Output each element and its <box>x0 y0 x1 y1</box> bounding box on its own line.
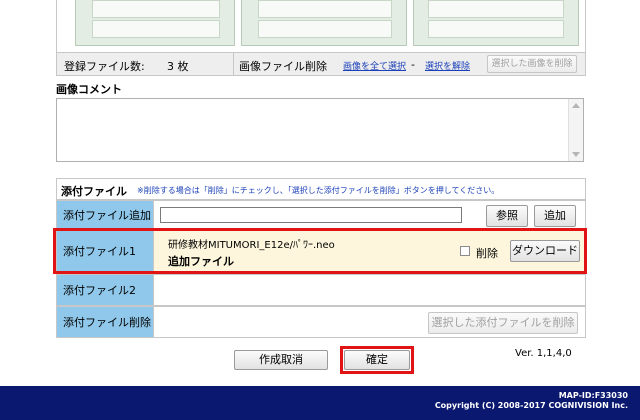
thumbnail-slot <box>258 20 392 38</box>
divider <box>233 53 234 75</box>
image-thumbnail-1[interactable] <box>75 0 235 46</box>
attachment-file-input[interactable] <box>160 207 462 223</box>
thumbnail-slot <box>92 0 220 18</box>
delete-selected-attachments-button[interactable]: 選択した添付ファイルを削除 <box>428 312 578 334</box>
textarea-scrollbar[interactable] <box>568 99 583 161</box>
attachment-2-row <box>154 274 586 306</box>
image-delete-label: 画像ファイル削除 <box>239 60 327 73</box>
attachment-delete-label: 添付ファイル削除 <box>56 306 154 338</box>
attachments-title: 添付ファイル <box>61 185 127 198</box>
thumbnail-slot <box>428 20 564 38</box>
image-thumbnail-2[interactable] <box>241 0 407 46</box>
image-thumbnail-3[interactable] <box>413 0 579 46</box>
attachments-note: ※削除する場合は「削除」にチェックし、「選択した添付ファイルを削除」ボタンを押し… <box>137 186 500 195</box>
version-text: Ver. 1,1,4,0 <box>515 348 572 359</box>
select-all-images-link[interactable]: 画像を全て選択 <box>343 59 406 72</box>
thumbnail-slot <box>258 0 392 18</box>
cancel-creation-button[interactable]: 作成取消 <box>234 350 328 370</box>
delete-selected-images-button[interactable]: 選択した画像を削除 <box>487 55 577 73</box>
image-comment-textarea[interactable] <box>56 98 584 162</box>
deselect-images-link[interactable]: 選択を解除 <box>425 59 470 72</box>
image-count-value: 3 枚 <box>167 60 189 73</box>
copyright-text: Copyright (C) 2008-2017 COGNIVISION Inc. <box>434 401 628 410</box>
add-attachment-button[interactable]: 追加 <box>534 205 576 227</box>
attachment-add-label: 添付ファイル追加 <box>56 200 154 230</box>
thumbnail-slot <box>428 0 564 18</box>
image-comment-title: 画像コメント <box>56 83 122 96</box>
attachments-header: 添付ファイル ※削除する場合は「削除」にチェックし、「選択した添付ファイルを削除… <box>56 178 586 200</box>
attachment-add-row: 参照 追加 <box>154 200 586 230</box>
image-count-label: 登録ファイル数: <box>64 60 145 73</box>
attachment-1-highlight-frame <box>53 228 587 274</box>
confirm-button-highlight-frame <box>340 346 414 374</box>
browse-button[interactable]: 参照 <box>486 205 528 227</box>
image-thumbnail-area <box>56 0 586 52</box>
attachment-2-label: 添付ファイル2 <box>56 274 154 306</box>
link-separator: - <box>411 58 415 71</box>
map-id-text: MAP-ID:F33030 <box>558 391 628 400</box>
thumbnail-slot <box>92 20 220 38</box>
scroll-up-arrow-icon[interactable] <box>572 103 580 108</box>
footer-bar: MAP-ID:F33030 Copyright (C) 2008-2017 CO… <box>0 386 640 420</box>
attachment-delete-row: 選択した添付ファイルを削除 <box>154 306 586 338</box>
scroll-down-arrow-icon[interactable] <box>572 152 580 157</box>
image-count-row: 登録ファイル数: 3 枚 画像ファイル削除 画像を全て選択 - 選択を解除 選択… <box>56 52 586 76</box>
